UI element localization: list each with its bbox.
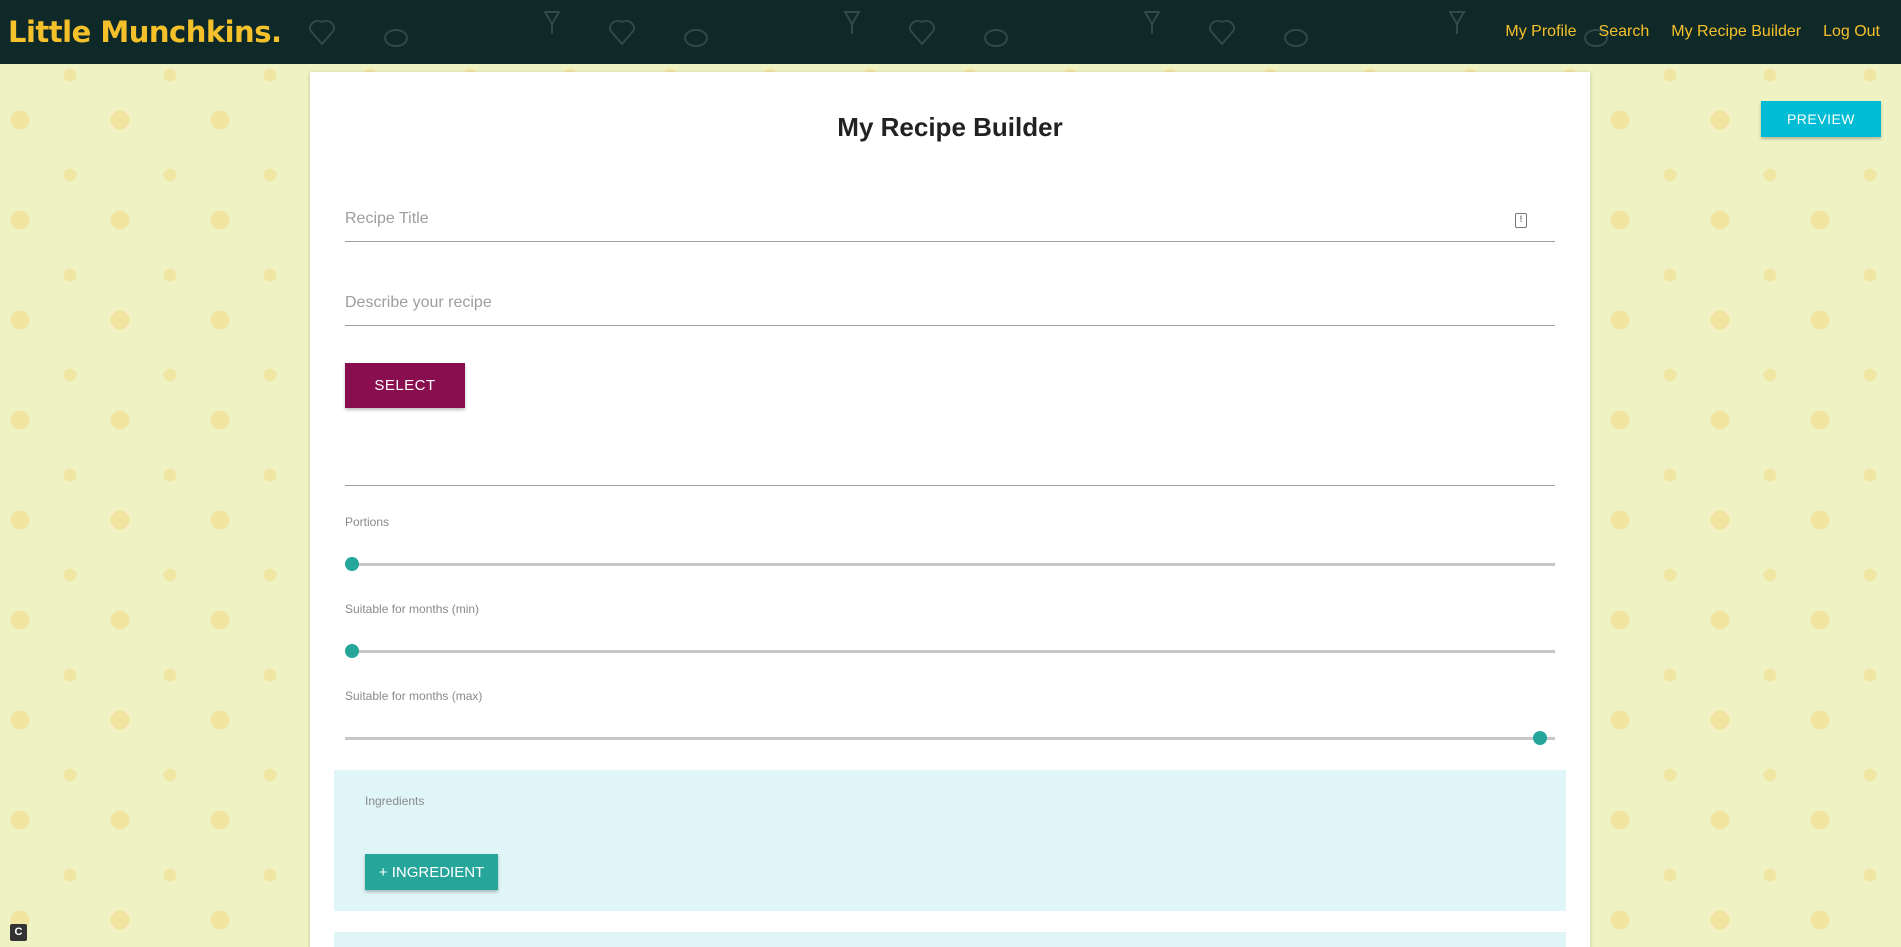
nav-link-log-out[interactable]: Log Out [1812, 0, 1891, 64]
nav-link-my-profile[interactable]: My Profile [1494, 0, 1587, 64]
slider-track [345, 563, 1555, 566]
min-months-label: Suitable for months (min) [345, 602, 480, 616]
preview-button[interactable]: PREVIEW [1761, 101, 1881, 137]
recipe-title-input[interactable] [345, 202, 1555, 236]
slider-thumb[interactable] [345, 644, 359, 658]
slider-thumb[interactable] [345, 557, 359, 571]
clipboard-icon[interactable]: ! [1515, 213, 1527, 228]
ingredients-label: Ingredients [365, 794, 425, 808]
slider-thumb[interactable] [1533, 731, 1547, 745]
portions-label: Portions [345, 515, 390, 529]
min-months-slider[interactable] [345, 644, 1555, 658]
brand-logo[interactable]: Little Munchkins. [8, 15, 282, 49]
page-title: My Recipe Builder [837, 112, 1063, 142]
c-letter-icon[interactable]: C [10, 924, 27, 941]
ingredients-section: Ingredients + INGREDIENT [334, 770, 1566, 911]
portions-slider[interactable] [345, 557, 1555, 571]
slider-track [345, 737, 1555, 740]
next-section [334, 932, 1566, 947]
recipe-description-field [345, 286, 1555, 326]
max-months-slider[interactable] [345, 731, 1555, 745]
max-months-label: Suitable for months (max) [345, 689, 483, 703]
select-button[interactable]: SELECT [345, 363, 465, 408]
recipe-title-field: ! [345, 202, 1555, 242]
category-field-underline [345, 485, 1555, 486]
recipe-builder-card: My Recipe Builder ! SELECT Portions Suit… [310, 72, 1590, 947]
nav-link-my-recipe-builder[interactable]: My Recipe Builder [1660, 0, 1812, 64]
add-ingredient-button[interactable]: + INGREDIENT [365, 854, 498, 890]
slider-track [345, 650, 1555, 653]
recipe-description-input[interactable] [345, 286, 1555, 320]
top-navbar: Little Munchkins. My Profile Search My R… [0, 0, 1901, 64]
nav-link-search[interactable]: Search [1588, 0, 1661, 64]
nav-links: My Profile Search My Recipe Builder Log … [1494, 0, 1891, 64]
